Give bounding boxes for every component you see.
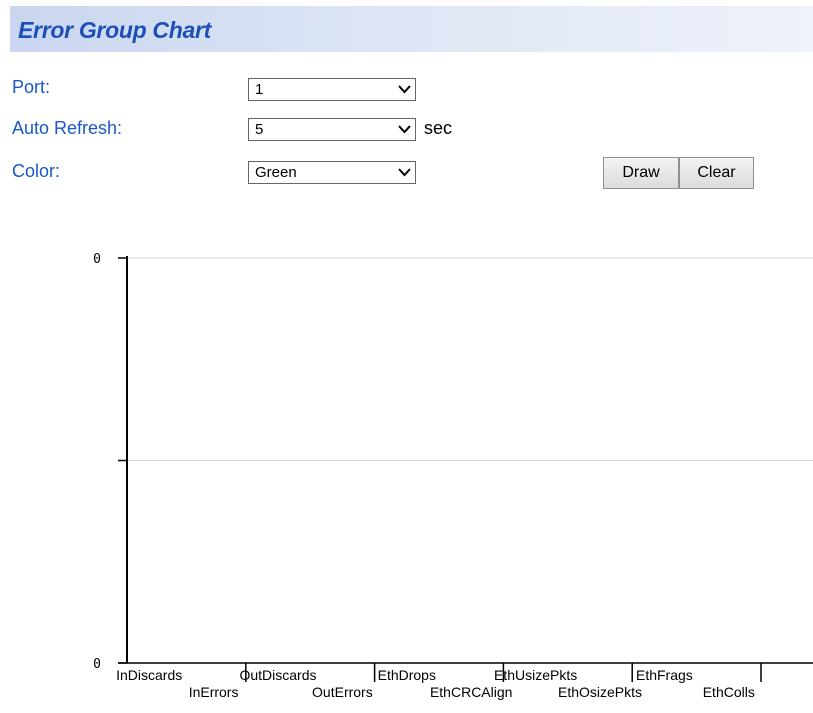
x-category-label: EthOsizePkts — [558, 684, 642, 700]
clear-button[interactable]: Clear — [679, 157, 754, 189]
chart-labels: 0 0 InDiscards InErrorsOutDiscardsOutErrors… — [93, 252, 755, 700]
auto-refresh-select[interactable]: 5 — [248, 118, 416, 141]
x-category-label: OutDiscards — [239, 667, 316, 683]
x-category-label: InDiscards — [116, 667, 182, 683]
y-tick-label: 0 — [93, 252, 101, 267]
port-label: Port: — [12, 77, 51, 97]
page-title: Error Group Chart — [18, 17, 211, 43]
x-category-label: EthUsizePkts — [494, 667, 577, 683]
auto-refresh-label: Auto Refresh: — [12, 118, 123, 138]
auto-refresh-unit: sec — [424, 118, 453, 138]
chart-grid — [127, 257, 813, 461]
x-category-label: OutErrors — [312, 684, 373, 700]
x-category-label: EthColls — [703, 684, 755, 700]
chevron-down-icon — [398, 85, 411, 94]
draw-button[interactable]: Draw — [603, 157, 679, 189]
auto-refresh-select-value: 5 — [255, 121, 264, 138]
port-select-value: 1 — [255, 81, 264, 98]
color-label: Color: — [12, 161, 61, 181]
chevron-down-icon — [398, 168, 411, 177]
chevron-down-icon — [398, 125, 411, 134]
port-select[interactable]: 1 — [248, 78, 416, 101]
title-bar: Error Group Chart — [10, 6, 813, 52]
x-category-label: EthCRCAlign — [430, 684, 512, 700]
color-select[interactable]: Green — [248, 161, 416, 184]
color-select-value: Green — [255, 164, 297, 181]
chart-axes — [118, 256, 813, 682]
x-category-label: InErrors — [189, 684, 239, 700]
x-category-label: EthFrags — [636, 667, 693, 683]
error-group-chart: 0 0 InDiscards InErrorsOutDiscardsOutErrors… — [93, 252, 813, 700]
x-category-label: EthDrops — [378, 667, 436, 683]
y-tick-label: 0 — [93, 657, 101, 672]
